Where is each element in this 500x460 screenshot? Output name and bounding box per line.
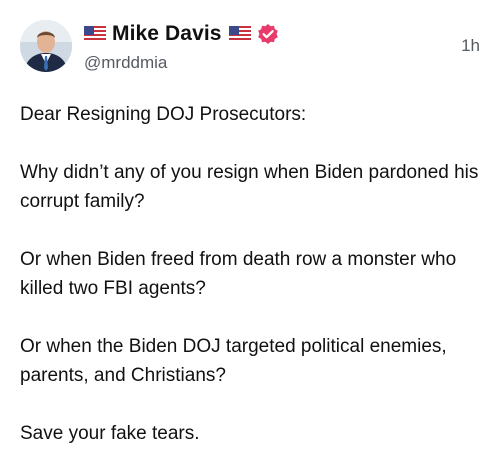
us-flag-icon bbox=[228, 26, 251, 42]
post-paragraph: Save your fake tears. bbox=[20, 423, 200, 444]
us-flag-icon bbox=[84, 26, 106, 42]
verified-badge-icon[interactable] bbox=[257, 23, 279, 45]
post-paragraph: Or when Biden freed from death row a mon… bbox=[20, 249, 457, 299]
avatar[interactable] bbox=[20, 20, 72, 72]
author-display-name[interactable]: Mike Davis bbox=[112, 22, 222, 46]
post-timestamp[interactable]: 1h bbox=[461, 36, 480, 56]
author-name-row: Mike Davis bbox=[84, 18, 279, 50]
post-paragraph: Or when the Biden DOJ targeted political… bbox=[20, 336, 447, 386]
post-paragraph: Dear Resigning DOJ Prosecutors: bbox=[20, 104, 307, 125]
post-body: Dear Resigning DOJ Prosecutors: Why didn… bbox=[20, 100, 480, 448]
author-handle[interactable]: @mrddmia bbox=[84, 53, 167, 73]
avatar-image bbox=[20, 20, 72, 72]
post-paragraph: Why didn’t any of you resign when Biden … bbox=[20, 162, 479, 212]
post-card: Mike Davis @mrddmia 1h Dear Resigning DO… bbox=[0, 0, 500, 460]
